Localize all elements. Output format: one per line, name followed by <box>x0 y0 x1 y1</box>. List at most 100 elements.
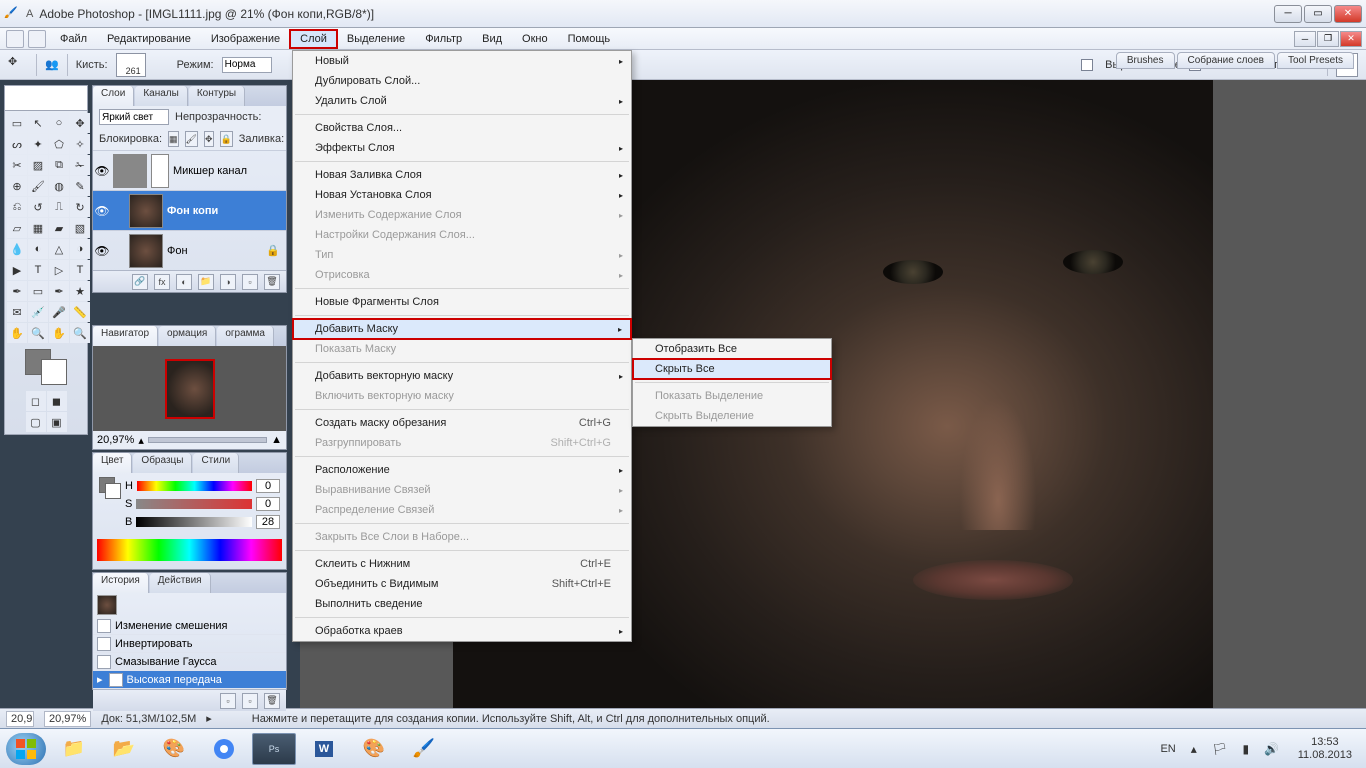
color-swatches[interactable] <box>5 345 87 389</box>
brush-tool-icon[interactable]: 🖌 <box>28 176 48 196</box>
menu-image[interactable]: Изображение <box>201 30 290 48</box>
doc-minimize-button[interactable]: ─ <box>1294 31 1316 47</box>
mi-duplicate[interactable]: Дублировать Слой... <box>293 71 631 91</box>
tab-info[interactable]: ормация <box>159 326 216 346</box>
history-brush-source-icon[interactable]: ▸ <box>97 673 103 686</box>
nav-zoom-value[interactable]: 20,97% <box>97 434 134 446</box>
type-mask-tool-icon[interactable]: T <box>70 260 90 280</box>
tool-preset-icon[interactable]: ✥ <box>8 55 28 75</box>
move-alt-tool-icon[interactable]: ✥ <box>70 113 90 133</box>
maximize-button[interactable]: ▭ <box>1304 5 1332 23</box>
marquee-tool-icon[interactable]: ▭ <box>7 113 27 133</box>
history-row[interactable]: Инвертировать <box>93 635 286 653</box>
delete-state-icon[interactable]: 🗑 <box>264 693 280 709</box>
sat-slider[interactable] <box>136 499 252 509</box>
tab-layers[interactable]: Слои <box>93 86 134 106</box>
direct-select-tool-icon[interactable]: ▷ <box>49 260 69 280</box>
mode-select[interactable] <box>222 57 272 73</box>
wand-tool-icon[interactable]: ✦ <box>28 134 48 154</box>
mi-effects[interactable]: Эффекты Слоя▸ <box>293 138 631 158</box>
new-layer-icon[interactable]: ▫ <box>242 274 258 290</box>
zoom-out-icon[interactable]: ▴ <box>138 434 144 447</box>
stamp-tool-icon[interactable]: ⎍ <box>49 197 69 217</box>
mi-fragments[interactable]: Новые Фрагменты Слоя <box>293 292 631 312</box>
doc-restore-button[interactable]: ❐ <box>1317 31 1339 47</box>
link-layers-icon[interactable]: 🔗 <box>132 274 148 290</box>
zoom-alt-tool-icon[interactable]: 🔍 <box>70 323 90 343</box>
color-spectrum[interactable] <box>97 539 282 561</box>
lock-pixels-icon[interactable]: 🖌 <box>185 131 198 147</box>
quick-select-tool-icon[interactable]: ✧ <box>70 134 90 154</box>
minimize-button[interactable]: ─ <box>1274 5 1302 23</box>
tab-navigator[interactable]: Навигатор <box>93 326 158 346</box>
history-row[interactable]: Изменение смешения <box>93 617 286 635</box>
measure-tool-icon[interactable]: 📏 <box>70 302 90 322</box>
standard-mode-icon[interactable]: ◻ <box>26 391 46 411</box>
lasso-tool-icon[interactable]: ᔕ <box>7 134 27 154</box>
menu-help[interactable]: Помощь <box>558 30 621 48</box>
menu-file[interactable]: Файл <box>50 30 97 48</box>
eye-icon[interactable]: 👁 <box>95 204 109 218</box>
status-arrow-icon[interactable]: ▸ <box>206 712 212 725</box>
tray-up-icon[interactable]: ▴ <box>1186 741 1202 757</box>
bg-eraser-tool-icon[interactable]: ▰ <box>49 218 69 238</box>
dodge-tool-icon[interactable]: ◐ <box>28 239 48 259</box>
menu-filter[interactable]: Фильтр <box>415 30 472 48</box>
mi-edges[interactable]: Обработка краев▸ <box>293 621 631 641</box>
bri-value[interactable]: 28 <box>256 515 280 529</box>
history-brush-tool-icon[interactable]: ↺ <box>28 197 48 217</box>
tab-styles[interactable]: Стили <box>193 453 239 473</box>
pen-tool-icon[interactable]: ✒ <box>7 281 27 301</box>
lock-position-icon[interactable]: ✥ <box>204 131 214 147</box>
close-button[interactable]: ✕ <box>1334 5 1362 23</box>
history-snapshot-thumb[interactable] <box>97 595 117 615</box>
history-row[interactable]: ▸Высокая передача <box>93 671 286 689</box>
path-select-tool-icon[interactable]: ▶ <box>7 260 27 280</box>
layer-row[interactable]: 👁 Микшер канал <box>93 150 286 190</box>
burn-tool-icon[interactable]: ◑ <box>70 239 90 259</box>
clone-tool-icon[interactable]: ⎌ <box>7 197 27 217</box>
bucket-tool-icon[interactable]: ▧ <box>70 218 90 238</box>
menu-window[interactable]: Окно <box>512 30 558 48</box>
background-color[interactable] <box>41 359 67 385</box>
sat-value[interactable]: 0 <box>256 497 280 511</box>
hue-slider[interactable] <box>137 481 252 491</box>
layer-row[interactable]: 👁 Фон 🔒 <box>93 230 286 270</box>
audio-notes-tool-icon[interactable]: 🎤 <box>49 302 69 322</box>
sharpen-tool-icon[interactable]: △ <box>49 239 69 259</box>
chrome-icon[interactable] <box>202 733 246 765</box>
screen-mode-2-icon[interactable]: ▣ <box>47 412 67 432</box>
eraser-tool-icon[interactable]: ▱ <box>7 218 27 238</box>
move-tool-icon[interactable]: ↖ <box>28 113 48 133</box>
custom-shape-tool-icon[interactable]: ★ <box>70 281 90 301</box>
menu-edit[interactable]: Редактирование <box>97 30 201 48</box>
hue-value[interactable]: 0 <box>256 479 280 493</box>
layer-effects-icon[interactable]: fx <box>154 274 170 290</box>
quick-open-icon[interactable] <box>28 30 46 48</box>
eye-icon[interactable]: 👁 <box>95 244 109 258</box>
hand-tool-icon[interactable]: ✋ <box>7 323 27 343</box>
layer-row[interactable]: 👁 Фон копи <box>93 190 286 230</box>
eye-icon[interactable]: 👁 <box>95 164 109 178</box>
status-zoom[interactable]: 20,97% <box>44 711 91 727</box>
flag-icon[interactable]: 🏳 <box>1212 741 1228 757</box>
new-adjustment-icon[interactable]: ◑ <box>220 274 236 290</box>
volume-icon[interactable]: 🔊 <box>1264 741 1280 757</box>
art-brush-tool-icon[interactable]: ↻ <box>70 197 90 217</box>
mi-delete[interactable]: Удалить Слой▸ <box>293 91 631 111</box>
new-group-icon[interactable]: 📁 <box>198 274 214 290</box>
add-mask-icon[interactable]: ◐ <box>176 274 192 290</box>
new-doc-from-state-icon[interactable]: ▫ <box>242 693 258 709</box>
type-tool-icon[interactable]: T <box>28 260 48 280</box>
pen-add-tool-icon[interactable]: ✒ <box>49 281 69 301</box>
tab-brushes[interactable]: Brushes <box>1116 52 1175 69</box>
mi-merge-visible[interactable]: Объединить с ВидимымShift+Ctrl+E <box>293 574 631 594</box>
word-icon[interactable]: W <box>302 733 346 765</box>
clone-source-icon[interactable]: 👥 <box>45 58 59 71</box>
mi-reveal-all[interactable]: Отобразить Все <box>633 339 831 359</box>
tab-history[interactable]: История <box>93 573 149 593</box>
mi-hide-all[interactable]: Скрыть Все <box>633 359 831 379</box>
tab-actions[interactable]: Действия <box>150 573 211 593</box>
photoshop-task-icon[interactable]: Ps <box>252 733 296 765</box>
delete-layer-icon[interactable]: 🗑 <box>264 274 280 290</box>
